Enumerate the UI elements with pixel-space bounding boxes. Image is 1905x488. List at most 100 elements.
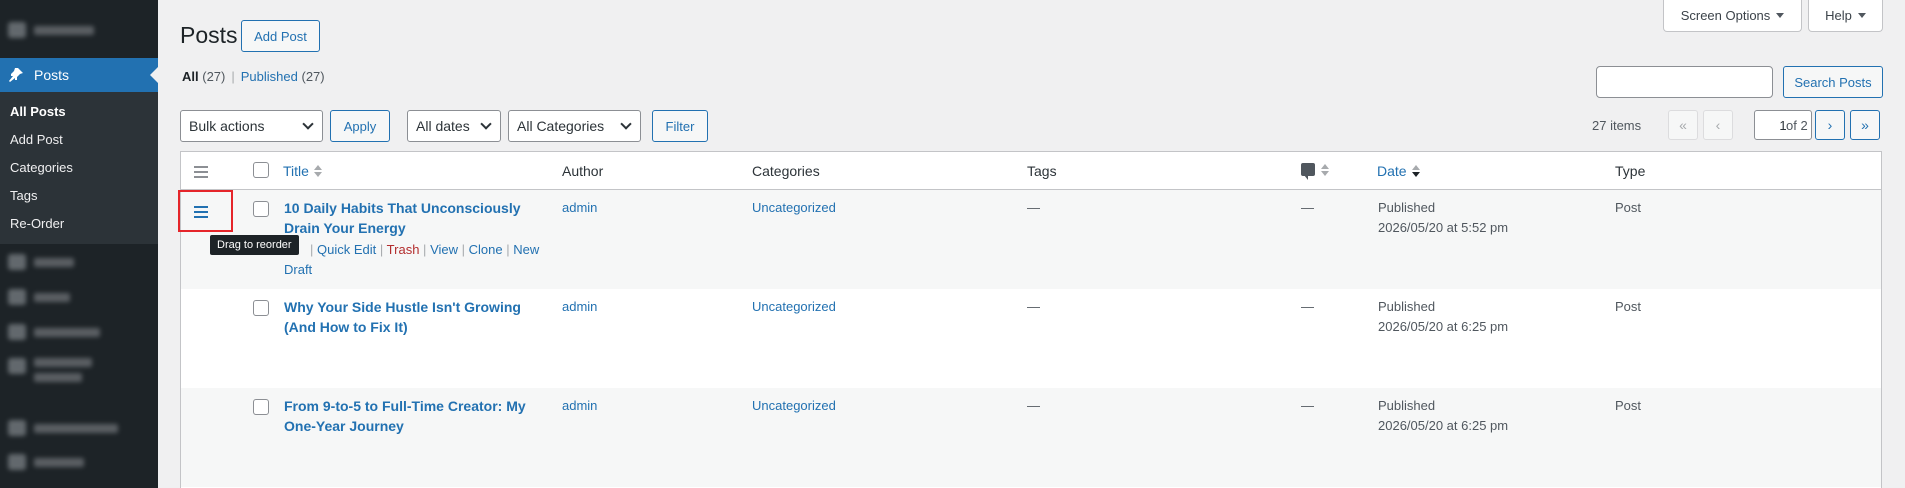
quick-edit-link[interactable]: Quick Edit [317, 242, 376, 257]
view-all[interactable]: All (27) [182, 69, 225, 84]
sort-desc-icon [1411, 165, 1420, 177]
screen-options-button[interactable]: Screen Options [1663, 0, 1802, 32]
view-separator: | [231, 69, 235, 84]
reorder-handle-icon [194, 166, 208, 178]
post-comments: — [1301, 200, 1314, 215]
sidebar-item-pages[interactable] [8, 289, 118, 305]
clone-link[interactable]: Clone [469, 242, 503, 257]
filter-button[interactable]: Filter [652, 110, 708, 142]
submenu-add-post[interactable]: Add Post [0, 130, 158, 158]
posts-table: Title Author Categories Tags Date Type 1… [180, 151, 1882, 488]
view-published[interactable]: Published (27) [241, 69, 325, 84]
admin-sidebar: Posts All Posts Add Post Categories Tags… [0, 0, 158, 488]
column-comments[interactable] [1301, 163, 1329, 180]
categories-value: All Categories [517, 118, 605, 134]
post-category-link[interactable]: Uncategorized [752, 398, 836, 413]
caret-down-icon [1776, 13, 1785, 18]
comment-icon [1301, 163, 1315, 180]
table-row: Why Your Side Hustle Isn't Growing (And … [181, 289, 1881, 388]
sidebar-item-posts[interactable]: Posts [0, 58, 158, 92]
post-category-link[interactable]: Uncategorized [752, 200, 836, 215]
select-all-checkbox[interactable] [253, 162, 269, 178]
post-title-link[interactable]: Why Your Side Hustle Isn't Growing (And … [284, 297, 529, 337]
posts-submenu: All Posts Add Post Categories Tags Re-Or… [0, 92, 158, 244]
post-type: Post [1615, 398, 1642, 413]
last-page-button[interactable]: » [1850, 110, 1880, 140]
bulk-actions-value: Bulk actions [189, 118, 265, 134]
row-checkbox[interactable] [253, 399, 269, 415]
post-type: Post [1615, 200, 1642, 215]
search-posts-button[interactable]: Search Posts [1783, 66, 1883, 98]
post-date: Published 2026/05/20 at 5:52 pm [1378, 200, 1509, 235]
dates-select[interactable]: All dates [407, 110, 501, 142]
chevron-down-icon [480, 118, 492, 130]
column-date[interactable]: Date [1377, 163, 1420, 179]
pushpin-icon [8, 67, 26, 83]
help-label: Help [1825, 8, 1852, 23]
sidebar-item-label: Posts [34, 67, 70, 83]
submenu-re-order[interactable]: Re-Order [0, 214, 158, 242]
page-title: Posts [180, 22, 238, 48]
post-title-link[interactable]: From 9-to-5 to Full-Time Creator: My One… [284, 396, 529, 436]
post-tags: — [1027, 398, 1040, 413]
sidebar-item-products[interactable] [8, 454, 118, 470]
post-date: Published 2026/05/20 at 6:25 pm [1378, 299, 1509, 334]
view-link[interactable]: View [430, 242, 458, 257]
sort-icon [313, 165, 322, 177]
table-row: 10 Daily Habits That Unconsciously Drain… [181, 190, 1881, 289]
apply-button[interactable]: Apply [330, 110, 390, 142]
caret-down-icon [1857, 13, 1866, 18]
column-date-label: Date [1377, 163, 1407, 179]
submenu-tags[interactable]: Tags [0, 186, 158, 214]
row-actions: | Quick Edit | Trash | View | Clone | Ne… [284, 242, 540, 277]
chevron-down-icon [302, 118, 314, 130]
column-tags: Tags [1027, 163, 1057, 179]
post-tags: — [1027, 200, 1040, 215]
column-categories: Categories [752, 163, 820, 179]
drag-handle-highlight [178, 190, 233, 232]
column-type: Type [1615, 163, 1646, 179]
post-author-link[interactable]: admin [562, 299, 597, 314]
search-input[interactable] [1596, 66, 1773, 98]
sidebar-item-media[interactable] [8, 254, 118, 270]
prev-page-button[interactable]: ‹ [1703, 110, 1733, 140]
post-category-link[interactable]: Uncategorized [752, 299, 836, 314]
post-tags: — [1027, 299, 1040, 314]
view-filters: All (27) | Published (27) [182, 69, 325, 84]
table-header: Title Author Categories Tags Date Type [181, 152, 1881, 190]
items-count: 27 items [1592, 118, 1642, 133]
post-date: Published 2026/05/20 at 6:25 pm [1378, 398, 1509, 433]
sort-icon [1321, 163, 1329, 176]
row-checkbox[interactable] [253, 300, 269, 316]
bulk-actions-select[interactable]: Bulk actions [180, 110, 323, 142]
trash-link[interactable]: Trash [387, 242, 420, 257]
table-row: From 9-to-5 to Full-Time Creator: My One… [181, 388, 1881, 487]
dates-value: All dates [416, 118, 470, 134]
sidebar-item-woocommerce[interactable] [8, 420, 118, 436]
post-comments: — [1301, 398, 1314, 413]
submenu-all-posts[interactable]: All Posts [0, 102, 158, 130]
post-comments: — [1301, 299, 1314, 314]
page-total-label: of 2 [1786, 118, 1808, 133]
post-author-link[interactable]: admin [562, 398, 597, 413]
main-content: Screen Options Help Posts Add Post All (… [158, 0, 1905, 488]
post-type: Post [1615, 299, 1642, 314]
sidebar-item-comments[interactable] [8, 324, 118, 340]
sidebar-item-dashboard[interactable] [8, 22, 118, 38]
next-page-button[interactable]: › [1815, 110, 1845, 140]
help-button[interactable]: Help [1808, 0, 1883, 32]
column-title-label: Title [283, 163, 309, 179]
first-page-button[interactable]: « [1668, 110, 1698, 140]
drag-tooltip: Drag to reorder [210, 235, 299, 255]
column-author: Author [562, 163, 604, 179]
post-author-link[interactable]: admin [562, 200, 597, 215]
add-post-button[interactable]: Add Post [241, 20, 320, 52]
categories-select[interactable]: All Categories [508, 110, 641, 142]
submenu-categories[interactable]: Categories [0, 158, 158, 186]
column-title[interactable]: Title [283, 163, 322, 179]
post-title-link[interactable]: 10 Daily Habits That Unconsciously Drain… [284, 198, 529, 238]
sidebar-item-plugin[interactable] [8, 358, 118, 388]
row-checkbox[interactable] [253, 201, 269, 217]
screen-options-label: Screen Options [1680, 8, 1771, 23]
chevron-down-icon [620, 118, 632, 130]
